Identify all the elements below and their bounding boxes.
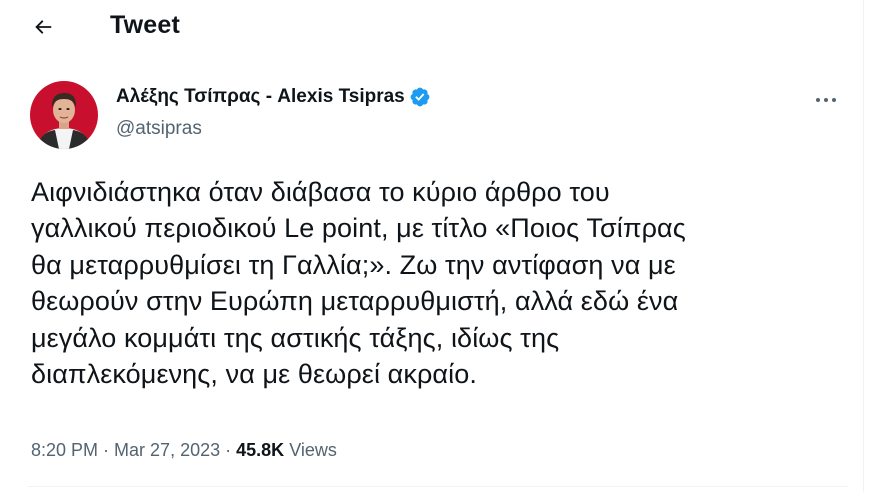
author-handle[interactable]: @atsipras	[116, 118, 202, 140]
tweet-line: Αιφνιδιάστηκα όταν διάβασα το κύριο άρθρ…	[31, 177, 610, 207]
tweet-line: θεωρούν στην Ευρώπη μεταρρυθμιστή, αλλά …	[31, 286, 679, 317]
views-label: Views	[289, 440, 337, 460]
page-title: Tweet	[110, 11, 180, 39]
author-name[interactable]: Αλέξης Τσίπρας - Alexis Tsipras	[116, 86, 405, 108]
tweet-meta: 8:20 PM · Mar 27, 2023 · 45.8K Views	[31, 440, 337, 461]
arrow-left-icon	[35, 20, 52, 34]
avatar-image	[30, 81, 98, 149]
timeline-border	[863, 0, 864, 492]
tweet-date[interactable]: Mar 27, 2023	[114, 440, 220, 460]
avatar[interactable]	[30, 81, 98, 149]
tweet-line: γαλλικού περιοδικού Le point, με τίτλο «…	[31, 213, 686, 244]
divider	[28, 486, 848, 487]
back-button[interactable]	[26, 10, 60, 44]
tweet-time[interactable]: 8:20 PM	[31, 440, 98, 460]
page-header: Tweet	[0, 0, 864, 54]
tweet-line: διαπλεκόμενης, να με θεωρεί ακραίο.	[31, 359, 477, 390]
verified-badge-icon	[409, 86, 431, 108]
author-name-row: Αλέξης Τσίπρας - Alexis Tsipras	[116, 86, 431, 108]
tweet-line: μεγάλο κομμάτι της αστικής τάξης, ιδίως …	[31, 322, 560, 353]
meta-separator: ·	[98, 440, 115, 460]
more-dot	[824, 98, 828, 102]
more-options-button[interactable]	[808, 86, 844, 114]
tweet-text: Αιφνιδιάστηκα όταν διάβασα το κύριο άρθρ…	[31, 174, 851, 392]
tweet-line: θα μεταρρυθμίσει τη Γαλλία;». Ζω την αντ…	[31, 249, 676, 280]
more-dot	[816, 98, 820, 102]
meta-separator: ·	[220, 440, 237, 460]
more-dot	[832, 98, 836, 102]
views-count: 45.8K	[236, 440, 285, 460]
